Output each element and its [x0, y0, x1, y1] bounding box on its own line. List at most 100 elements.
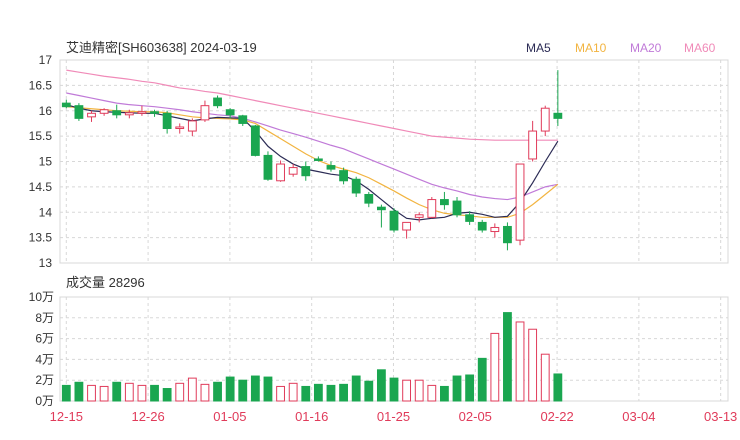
candle-body: [288, 167, 298, 175]
candle-body: [389, 210, 399, 231]
candle: [553, 70, 563, 126]
candle-body: [515, 163, 525, 241]
volume-bar: [326, 384, 336, 402]
candle-body: [414, 214, 424, 218]
volume-bar: [452, 375, 462, 402]
date-tick-label: 12-15: [50, 409, 83, 424]
volume-tick-label: 4万: [35, 352, 54, 366]
candle-body: [61, 102, 71, 108]
price-tick-label: 14.5: [29, 180, 53, 194]
candle-body: [112, 110, 122, 116]
candle: [376, 204, 386, 228]
candle: [301, 161, 311, 181]
candle-body: [553, 112, 563, 119]
volume-bar: [250, 375, 260, 402]
candle: [61, 99, 71, 109]
volume-bar: [389, 377, 399, 402]
candle: [351, 176, 361, 198]
volume-bar: [74, 381, 84, 402]
volume-bar: [503, 312, 512, 402]
volume-bar: [112, 381, 122, 402]
candle-body: [339, 170, 348, 182]
candle-body: [150, 111, 159, 114]
candle: [200, 100, 210, 122]
candle-body: [351, 178, 361, 194]
candle: [515, 163, 525, 246]
volume-bar: [351, 375, 361, 402]
price-tick-label: 16: [39, 104, 53, 118]
volume-bar: [288, 382, 298, 402]
date-tick-label: 12-26: [131, 409, 164, 424]
price-tick-label: 13: [39, 256, 53, 270]
candle: [528, 120, 538, 162]
candle-body: [477, 221, 487, 231]
volume-bar: [225, 376, 235, 402]
candle-body: [276, 163, 285, 182]
date-tick-label: 01-05: [213, 409, 246, 424]
volume-bar: [61, 384, 71, 402]
candle-body: [326, 165, 336, 170]
chart-title: 艾迪精密[SH603638] 2024-03-19: [66, 40, 257, 55]
candle: [238, 114, 248, 126]
candle-body: [540, 107, 550, 132]
volume-tick-label: 2万: [35, 373, 54, 387]
candle: [402, 221, 412, 239]
price-tick-label: 15: [39, 155, 53, 169]
candle-body: [200, 105, 210, 121]
date-tick-label: 02-22: [540, 409, 573, 424]
volume-bar: [364, 380, 374, 402]
volume-bar: [376, 369, 386, 402]
candle-body: [238, 115, 248, 124]
candle: [288, 164, 298, 177]
volume-bar: [301, 385, 311, 402]
candle-body: [225, 109, 235, 116]
candle: [187, 118, 197, 137]
volume-bar: [238, 379, 248, 402]
volume-bar: [162, 388, 172, 402]
volume-bar: [402, 379, 412, 402]
stock-chart: 艾迪精密[SH603638] 2024-03-19 MA5 MA10 MA20 …: [29, 40, 738, 424]
volume-bar: [276, 385, 285, 402]
candle-body: [452, 200, 462, 216]
price-tick-label: 13.5: [29, 231, 53, 245]
volume-title: 成交量 28296: [66, 275, 145, 290]
candle-body: [124, 112, 134, 116]
candle-body: [364, 193, 374, 204]
candle-body: [187, 120, 197, 132]
candle: [326, 161, 336, 172]
volume-bar: [440, 385, 449, 402]
candle: [364, 191, 374, 208]
date-tick-label: 03-13: [704, 409, 737, 424]
candle-body: [402, 221, 412, 231]
candle-body: [87, 112, 96, 118]
volume-tick-label: 6万: [35, 332, 54, 346]
candle-body: [490, 226, 500, 233]
candle-body: [376, 206, 386, 211]
candle: [276, 160, 285, 182]
volume-tick-label: 10万: [29, 290, 54, 304]
volume-bar: [313, 383, 323, 402]
candle-body: [74, 105, 84, 119]
candle-body: [213, 97, 222, 107]
candle-body: [250, 125, 260, 156]
candle-body: [175, 126, 185, 130]
volume-tick-label: 0万: [35, 394, 54, 408]
candle: [87, 110, 96, 122]
candle-body: [440, 199, 449, 206]
volume-bar: [553, 373, 563, 402]
volume-bar: [540, 353, 550, 402]
date-axis: 12-15 12-26 01-05 01-16 01-25 02-05 02-22 03-04…: [50, 409, 738, 424]
candle: [112, 104, 122, 119]
volume-bar: [87, 384, 96, 402]
candle: [74, 103, 84, 121]
volume-bar: [414, 379, 424, 402]
candle-body: [263, 154, 273, 180]
candle: [452, 197, 462, 218]
candle-body: [301, 166, 311, 177]
price-tick-label: 15.5: [29, 129, 53, 143]
candle: [414, 212, 424, 223]
volume-bar: [124, 382, 134, 402]
date-tick-label: 03-04: [622, 409, 655, 424]
candle: [427, 197, 437, 219]
volume-bar: [99, 385, 109, 402]
